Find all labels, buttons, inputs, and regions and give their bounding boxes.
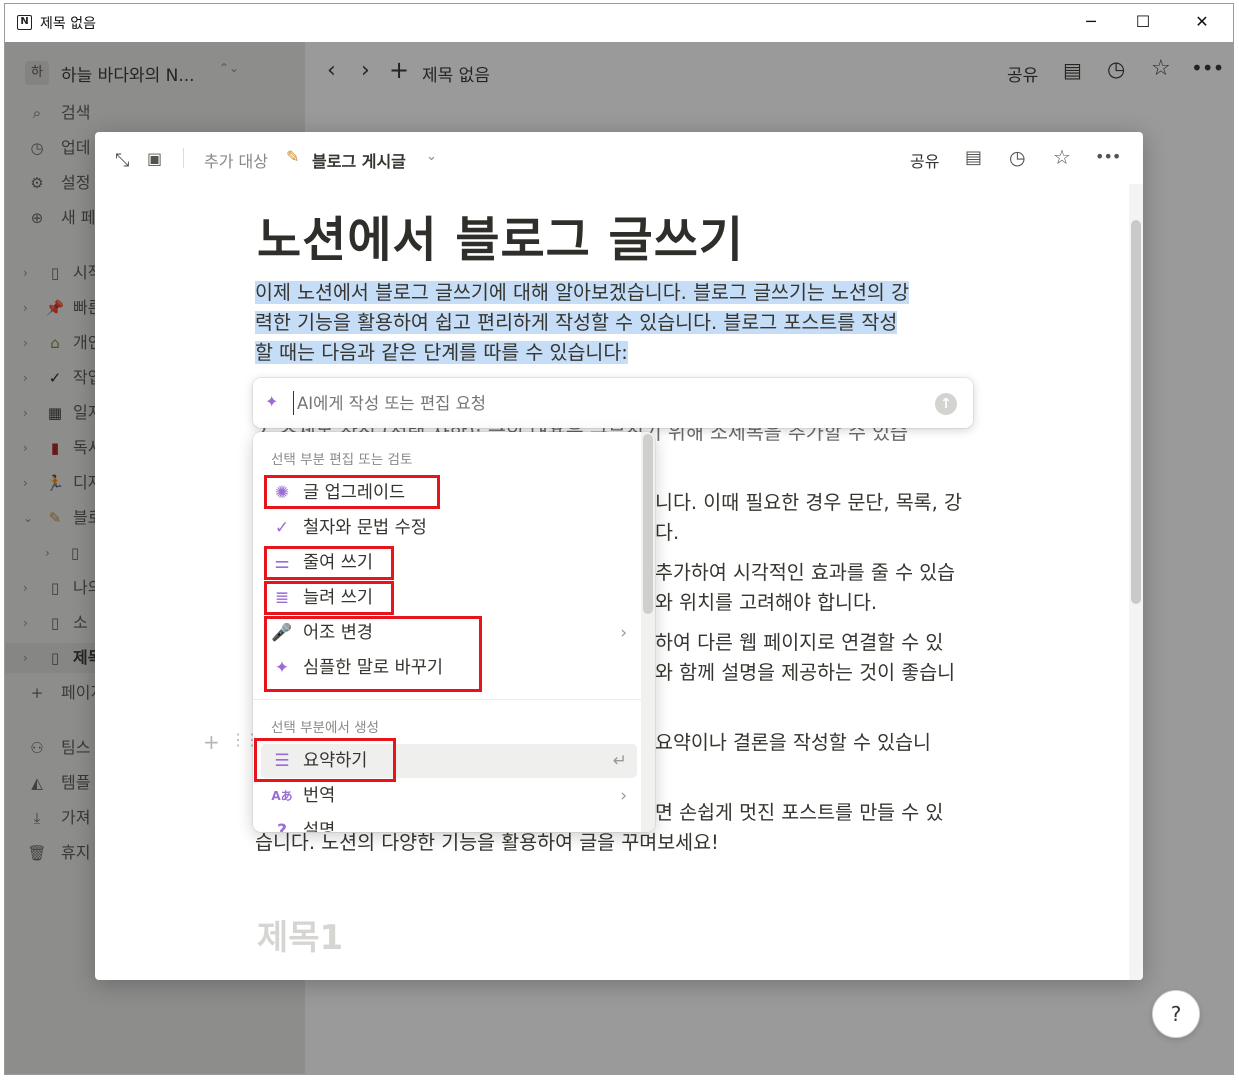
menu-section-generate: 선택 부분에서 생성 — [271, 720, 379, 736]
annotation-box — [264, 581, 394, 615]
paragraph-line[interactable]: 추가하여 시각적인 효과를 줄 수 있습 — [655, 558, 955, 588]
annotation-box — [264, 475, 440, 509]
peek-mode-icon[interactable]: ▣ — [147, 148, 162, 170]
menu-item-label: 철자와 문법 수정 — [303, 518, 427, 538]
question-icon: ? — [277, 821, 287, 832]
annotation-box — [264, 616, 482, 692]
ai-prompt-input[interactable] — [295, 390, 915, 416]
add-block-icon[interactable]: + — [203, 730, 220, 754]
maximize-button[interactable]: ☐ — [1133, 12, 1153, 32]
close-button[interactable]: ✕ — [1192, 12, 1212, 32]
minimize-button[interactable]: ─ — [1081, 12, 1101, 32]
paragraph-line[interactable]: 습니다. 노션의 다양한 기능을 활용하여 글을 꾸며보세요! — [255, 828, 719, 858]
menu-divider — [253, 699, 641, 700]
annotation-box — [254, 738, 396, 782]
submit-arrow-icon[interactable]: ↑ — [935, 393, 957, 415]
menu-item-fix-spelling[interactable]: ✓ 철자와 문법 수정 — [261, 511, 637, 545]
page-scrollbar-thumb[interactable] — [1131, 220, 1141, 604]
help-button[interactable]: ? — [1152, 990, 1200, 1038]
chevron-right-icon: › — [620, 786, 627, 806]
paragraph-line[interactable]: 면 손쉽게 멋진 포스트를 만들 수 있 — [655, 798, 943, 828]
clock-icon[interactable]: ◷ — [1009, 147, 1026, 169]
chevron-down-icon[interactable]: ⌄ — [426, 149, 437, 164]
divider — [183, 148, 184, 168]
paragraph-line[interactable]: 하여 다른 웹 페이지로 연결할 수 있 — [655, 628, 943, 658]
enter-key-icon: ↵ — [612, 751, 627, 771]
paragraph-line[interactable]: 력한 기능을 활용하여 쉽고 편리하게 작성할 수 있습니다. 블로그 포스트를… — [255, 308, 898, 338]
paragraph-line[interactable]: 다. — [655, 518, 679, 548]
chevron-right-icon: › — [620, 623, 627, 643]
breadcrumb-target[interactable]: 블로그 게시글 — [312, 148, 406, 172]
menu-section-edit: 선택 부분 편집 또는 검토 — [271, 452, 413, 468]
paragraph-line[interactable]: 요약이나 결론을 작성할 수 있습니 — [655, 728, 931, 758]
menu-item-explain[interactable]: ? 설명 — [261, 814, 637, 832]
title-bar: N 제목 없음 ─ ☐ ✕ — [5, 4, 1233, 42]
check-icon: ✓ — [274, 518, 290, 538]
paragraph-line[interactable]: 이제 노션에서 블로그 글쓰기에 대해 알아보겠습니다. 블로그 글쓰기는 노션… — [255, 278, 910, 308]
text-caret — [293, 391, 294, 415]
paragraph-line[interactable]: 와 위치를 고려해야 합니다. — [655, 588, 877, 618]
menu-item-label: 설명 — [303, 821, 336, 832]
sparkles-icon: ✦ — [265, 392, 279, 411]
heading-1[interactable]: 제목1 — [257, 910, 343, 959]
window-title: 제목 없음 — [40, 16, 96, 32]
breadcrumb-prefix: 추가 대상 — [204, 152, 268, 171]
page-peek-modal: ⤡ ▣ 추가 대상 ✎ 블로그 게시글 ⌄ 공유 ▤ ◷ ☆ ••• 노션에서 … — [95, 132, 1143, 980]
star-icon[interactable]: ☆ — [1053, 146, 1071, 168]
expand-icon[interactable]: ⤡ — [115, 150, 129, 172]
paragraph-line[interactable]: 할 때는 다음과 같은 단계를 따를 수 있습니다: — [255, 338, 628, 368]
paragraph-line[interactable]: 니다. 이때 필요한 경우 문단, 목록, 강 — [655, 488, 962, 518]
more-icon[interactable]: ••• — [1095, 146, 1121, 168]
selected-text: 력한 기능을 활용하여 쉽고 편리하게 작성할 수 있습니다. 블로그 포스트를… — [255, 311, 898, 334]
menu-item-label: 번역 — [303, 786, 336, 806]
paragraph-line[interactable]: 와 함께 설명을 제공하는 것이 좋습니 — [655, 658, 955, 688]
menu-scrollbar-thumb[interactable] — [643, 434, 653, 614]
pencil-icon: ✎ — [286, 147, 300, 166]
selected-text: 이제 노션에서 블로그 글쓰기에 대해 알아보겠습니다. 블로그 글쓰기는 노션… — [255, 281, 910, 304]
ai-prompt-box[interactable]: ✦ ↑ — [253, 378, 973, 428]
annotation-box — [264, 546, 394, 580]
menu-item-translate[interactable]: Aあ 번역 › — [261, 779, 637, 813]
translate-icon: Aあ — [271, 789, 293, 803]
selected-text: 할 때는 다음과 같은 단계를 따를 수 있습니다: — [255, 341, 628, 364]
page-title[interactable]: 노션에서 블로그 글쓰기 — [257, 200, 744, 270]
comment-icon[interactable]: ▤ — [965, 147, 982, 169]
modal-share-button[interactable]: 공유 — [910, 148, 939, 172]
notion-app-icon: N — [17, 15, 32, 30]
